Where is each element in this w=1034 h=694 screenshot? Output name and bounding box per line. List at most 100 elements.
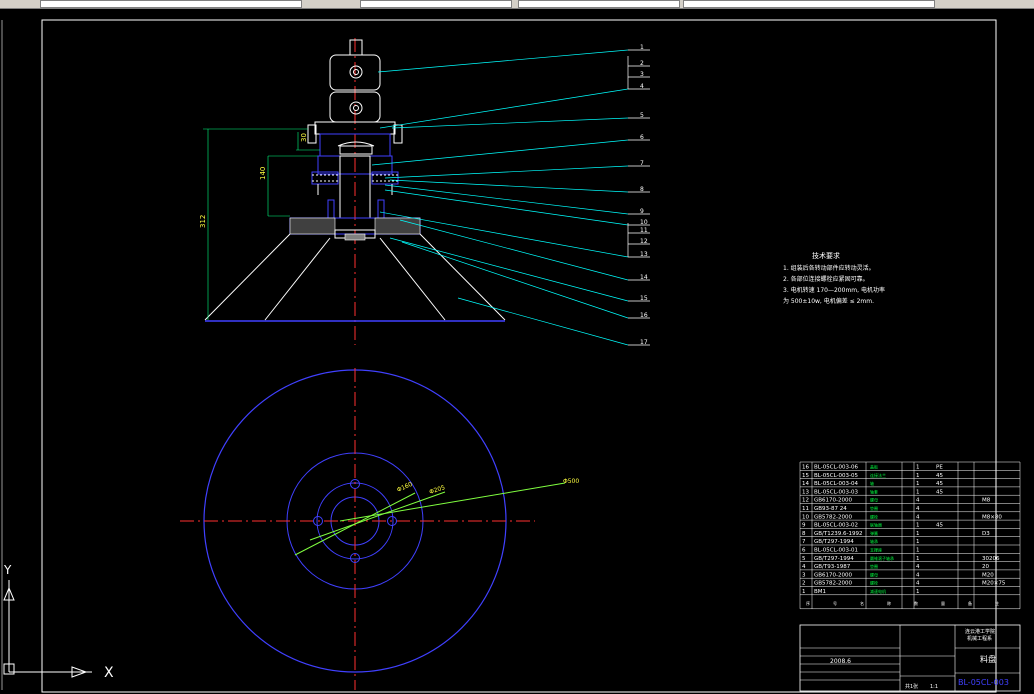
balloon-number-13: 13 bbox=[640, 251, 648, 258]
bom-cell: M20 bbox=[982, 572, 994, 578]
notes-line-2: 2. 各部位连接螺栓应紧固可靠。 bbox=[783, 275, 869, 283]
bom-row: 13 BL-05CL-003-03 轴套 1 45 bbox=[800, 486, 1020, 495]
bom-cell: BL-05CL-003-04 bbox=[814, 481, 858, 487]
bom-cell: 13 bbox=[802, 489, 809, 495]
balloon-number-15: 15 bbox=[640, 295, 648, 302]
bom-cell: 1 bbox=[916, 539, 920, 545]
title-block-dept: 机械工程系 bbox=[967, 635, 992, 642]
bom-cell: 垫圈 bbox=[870, 563, 878, 569]
bom-cell: 轴套 bbox=[870, 488, 878, 494]
title-block-date: 2008.6 bbox=[830, 658, 851, 665]
bom-cell: 螺栓 bbox=[870, 513, 878, 519]
bom-header-cell: 量 bbox=[941, 600, 945, 606]
bom-row: 12 GB6170-2000 螺母 4 M8 bbox=[800, 494, 1020, 504]
leader-line-9 bbox=[384, 184, 629, 215]
bom-cell: BL-05CL-003-02 bbox=[814, 523, 858, 529]
bom-cell: 4 bbox=[916, 572, 920, 578]
bill-of-materials: 16 BL-05CL-003-06 盖板 1 PE15 BL-05CL-003-05 连接法… bbox=[799, 461, 1021, 610]
bom-cell: D3 bbox=[982, 531, 990, 537]
leader-line-16 bbox=[401, 241, 629, 319]
bom-row: 3 GB6170-2000 螺母 4 M20 bbox=[800, 569, 1020, 578]
balloon-number-4: 4 bbox=[640, 83, 644, 90]
bom-cell: GB/T93-1987 bbox=[814, 564, 851, 570]
balloon-number-2: 2 bbox=[640, 60, 644, 67]
bom-cell: 7 bbox=[802, 539, 806, 545]
balloon-number-11: 11 bbox=[640, 227, 648, 234]
bom-cell: 1 bbox=[916, 465, 920, 471]
balloon-number-12: 12 bbox=[640, 238, 648, 245]
bom-cell: BL-05CL-003-06 bbox=[814, 465, 858, 471]
bom-cell: 垫圈 bbox=[870, 505, 878, 511]
bom-cell: BL-05CL-003-05 bbox=[814, 473, 858, 479]
bom-cell: 5 bbox=[802, 556, 806, 562]
balloon-number-16: 16 bbox=[640, 312, 648, 319]
bom-cell: GB5782-2000 bbox=[814, 581, 853, 587]
title-block-sheet: 共1张 bbox=[905, 683, 918, 690]
bom-row: 7 GB/T297-1994 轴承 1 bbox=[800, 536, 1020, 545]
bom-row: 16 BL-05CL-003-06 盖板 1 PE bbox=[800, 461, 1020, 471]
bom-cell: 9 bbox=[802, 523, 806, 529]
bom-cell: 45 bbox=[936, 473, 943, 479]
balloon-number-10: 10 bbox=[640, 219, 648, 226]
bom-row: 15 BL-05CL-003-05 连接法兰 1 45 bbox=[800, 470, 1020, 479]
balloon-number-5: 5 bbox=[640, 112, 644, 119]
toolbar-combo-1[interactable] bbox=[40, 0, 302, 8]
ucs-x-label: X bbox=[104, 665, 114, 681]
balloon-number-14: 14 bbox=[640, 274, 648, 281]
bom-cell: 4 bbox=[916, 506, 920, 512]
title-block-drawing-no: BL-05CL-003 bbox=[958, 678, 1009, 687]
bom-cell: 15 bbox=[802, 473, 809, 479]
balloon-number-17: 17 bbox=[640, 339, 648, 346]
dim-140: 140 bbox=[259, 167, 267, 180]
bom-cell: 连接法兰 bbox=[870, 472, 886, 478]
bom-cell: GB/T297-1994 bbox=[814, 556, 854, 562]
bom-cell: 12 bbox=[802, 498, 809, 504]
bom-cell: 1 bbox=[916, 489, 920, 495]
bom-cell: BM1 bbox=[814, 589, 826, 595]
bom-cell: 螺母 bbox=[870, 571, 878, 577]
toolbar-combo-3[interactable] bbox=[518, 0, 680, 8]
bom-cell: 圆锥滚子轴承 bbox=[870, 555, 894, 561]
bom-cell: M8×80 bbox=[982, 514, 1002, 520]
bom-header-cell: 备 bbox=[968, 600, 972, 606]
bom-row: 5 GB/T297-1994 圆锥滚子轴承 1 30206 bbox=[800, 553, 1020, 562]
bom-cell: PE bbox=[936, 465, 943, 471]
title-block-ratio: 1:1 bbox=[930, 684, 938, 690]
bom-cell: 4 bbox=[916, 581, 920, 587]
dim-phi500: Φ500 bbox=[563, 478, 579, 485]
bom-cell: 4 bbox=[916, 498, 920, 504]
bom-row: 9 BL-05CL-003-02 联轴器 1 45 bbox=[800, 519, 1020, 529]
bom-header-cell: 数 bbox=[914, 600, 918, 606]
title-block-name: 料盘 bbox=[980, 654, 996, 664]
bom-cell: 螺母 bbox=[870, 497, 878, 503]
leader-line-7 bbox=[384, 165, 629, 179]
toolbar bbox=[0, 0, 1034, 9]
bom-cell: 1 bbox=[916, 473, 920, 479]
bom-cell: GB6170-2000 bbox=[814, 498, 853, 504]
bom-cell: 1 bbox=[916, 523, 920, 529]
bom-cell: 减速电机 bbox=[870, 588, 886, 594]
cad-drawing-canvas[interactable]: 30 140 312 1234567891011121314151617 Φ16… bbox=[0, 9, 1034, 694]
toolbar-combo-2[interactable] bbox=[360, 0, 512, 8]
drawing-frame bbox=[41, 19, 997, 693]
bom-cell: 45 bbox=[936, 523, 943, 529]
leader-line-1 bbox=[377, 49, 629, 73]
toolbar-combo-4[interactable] bbox=[683, 0, 935, 8]
bom-cell: 1 bbox=[916, 481, 920, 487]
bom-cell: M8 bbox=[982, 498, 991, 504]
bom-cell: GB/T297-1994 bbox=[814, 539, 854, 545]
bom-cell: 1 bbox=[916, 531, 920, 537]
bom-cell: GB5782-2000 bbox=[814, 514, 853, 520]
bom-cell: 16 bbox=[802, 465, 809, 471]
leader-line-4 bbox=[379, 88, 629, 129]
bom-header-cell: 称 bbox=[887, 600, 891, 606]
balloon-number-6: 6 bbox=[640, 134, 644, 141]
notes-line-4: 为 500±10w, 电机偏差 ≤ 2mm. bbox=[783, 297, 874, 305]
bom-cell: 4 bbox=[916, 514, 920, 520]
elevation-view bbox=[203, 38, 506, 345]
bom-cell: 20 bbox=[982, 564, 989, 570]
bom-cell: BL-05CL-003-01 bbox=[814, 548, 858, 554]
bom-cell: 弹簧 bbox=[870, 530, 878, 536]
bom-header-cell: 名 bbox=[860, 600, 864, 606]
leader-line-15 bbox=[389, 237, 629, 302]
